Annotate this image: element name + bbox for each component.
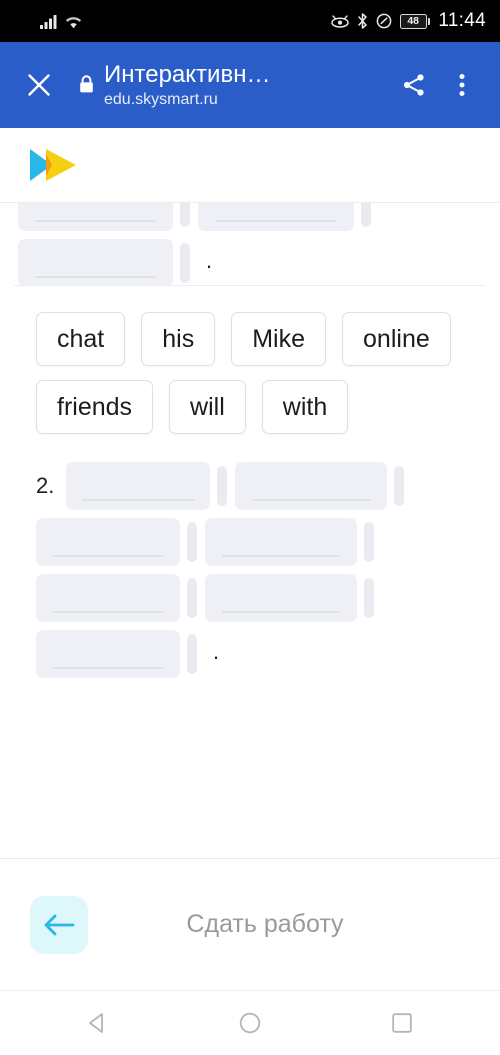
answer-dropzone[interactable] <box>36 574 180 622</box>
site-header <box>0 128 500 203</box>
answer-dropzone[interactable] <box>18 239 173 285</box>
nav-recents-square-icon <box>392 1013 412 1033</box>
task-row <box>36 514 482 570</box>
android-status-bar: 48 11:44 <box>0 0 500 42</box>
word-chip[interactable]: chat <box>36 312 126 366</box>
do-not-disturb-icon <box>376 13 392 29</box>
task-number: 2. <box>36 473 55 498</box>
word-chip[interactable]: Mike <box>231 312 327 366</box>
blank-separator <box>180 243 190 283</box>
answer-dropzone[interactable] <box>198 203 354 231</box>
word-chip[interactable]: online <box>342 312 451 366</box>
bluetooth-icon <box>357 13 368 29</box>
answer-dropzone[interactable] <box>66 462 211 510</box>
web-page-content: . chat his Mike online friends will with… <box>0 128 500 712</box>
word-bank: chat his Mike online friends will with <box>0 286 500 444</box>
overflow-menu-button[interactable] <box>442 65 482 105</box>
word-chip[interactable]: friends <box>36 380 154 434</box>
sentence-period: . <box>206 248 213 273</box>
close-icon <box>28 74 50 96</box>
word-chip[interactable]: will <box>169 380 246 434</box>
blank-separator <box>187 634 197 674</box>
answer-dropzone[interactable] <box>36 518 180 566</box>
lock-icon <box>78 74 95 99</box>
task-row: . <box>36 626 482 682</box>
status-bar-left-icons <box>40 14 83 29</box>
tab-title-area[interactable]: Интерактивн… edu.skysmart.ru <box>78 61 384 110</box>
blank-separator <box>394 466 405 506</box>
blank-separator <box>217 466 228 506</box>
sentence-period: . <box>213 639 220 664</box>
nav-home-button[interactable] <box>229 1002 271 1044</box>
skysmart-logo[interactable] <box>26 141 84 189</box>
answer-dropzone[interactable] <box>36 630 180 678</box>
blank-separator <box>187 578 197 618</box>
word-chip[interactable]: with <box>261 380 349 434</box>
eye-comfort-icon <box>330 14 349 28</box>
exercise-scroll-area[interactable]: . chat his Mike online friends will with… <box>0 203 500 712</box>
custom-tab-header: Интерактивн… edu.skysmart.ru <box>0 42 500 128</box>
blank-separator <box>364 578 374 618</box>
page-title: Интерактивн… <box>104 60 271 88</box>
battery-icon: 48 <box>399 13 431 29</box>
status-bar-right-icons: 48 11:44 <box>330 10 486 32</box>
nav-recents-button[interactable] <box>381 1002 423 1044</box>
blank-separator <box>187 522 197 562</box>
wifi-icon <box>64 14 83 29</box>
battery-level-text: 48 <box>407 14 420 27</box>
more-vertical-icon <box>459 74 465 96</box>
answer-dropzone[interactable] <box>18 203 173 231</box>
task-row: 2. <box>36 458 482 514</box>
previous-task-partial: . <box>0 203 500 285</box>
nav-back-button[interactable] <box>77 1002 119 1044</box>
task-row <box>18 203 482 235</box>
share-icon <box>403 74 424 96</box>
submit-bar: Сдать работу <box>0 858 500 990</box>
submit-work-button[interactable]: Сдать работу <box>88 910 442 939</box>
blank-separator <box>180 203 190 227</box>
phone-screen: 48 11:44 Интерактивн… edu.skysmart.ru . … <box>0 0 500 1055</box>
blank-separator <box>361 203 371 227</box>
task-row <box>36 570 482 626</box>
status-bar-clock: 11:44 <box>438 10 486 31</box>
word-chip[interactable]: his <box>141 312 216 366</box>
cellular-signal-icon <box>40 14 57 29</box>
back-button[interactable] <box>30 895 88 954</box>
android-nav-bar <box>0 990 500 1055</box>
close-button[interactable] <box>22 68 56 102</box>
answer-dropzone[interactable] <box>235 462 388 510</box>
task-row: . <box>18 235 482 285</box>
current-task: 2. . <box>0 444 500 712</box>
blank-separator <box>364 522 374 562</box>
page-url: edu.skysmart.ru <box>104 90 218 108</box>
arrow-left-icon <box>44 914 75 935</box>
answer-dropzone[interactable] <box>205 574 357 622</box>
header-actions <box>394 65 482 105</box>
answer-dropzone[interactable] <box>205 518 357 566</box>
nav-home-circle-icon <box>239 1012 261 1034</box>
nav-back-triangle-icon <box>89 1013 103 1033</box>
share-button[interactable] <box>394 65 434 105</box>
